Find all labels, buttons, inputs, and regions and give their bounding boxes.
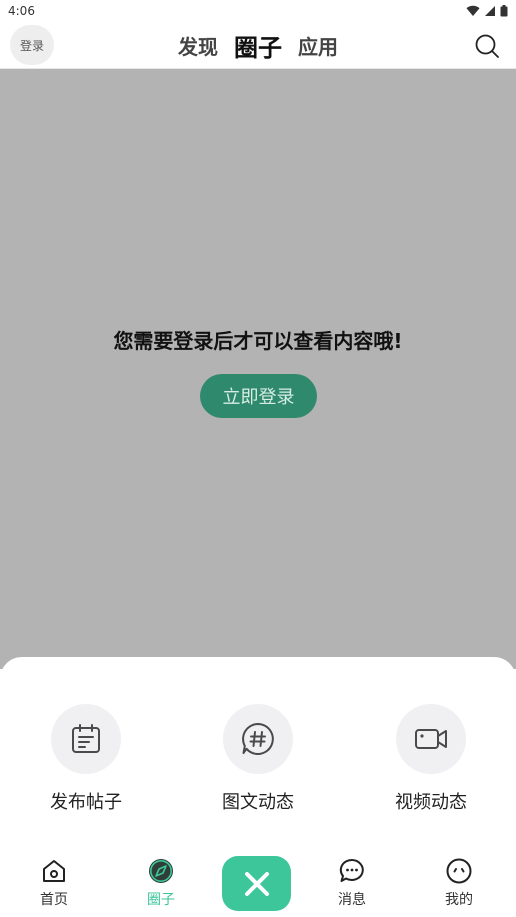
battery-icon [500, 5, 508, 17]
video-action[interactable]: 视频动态 [371, 704, 491, 814]
nav-label: 我的 [445, 892, 473, 908]
action-label: 发布帖子 [50, 792, 122, 813]
status-bar: 4:06 [0, 0, 516, 22]
nav-label: 消息 [338, 892, 366, 908]
action-icon-wrap [396, 704, 466, 774]
close-icon [244, 871, 269, 896]
nav-label: 首页 [40, 892, 68, 908]
action-icon-wrap [51, 704, 121, 774]
content-overlay: 您需要登录后才可以查看内容哦! 立即登录 [0, 69, 516, 669]
status-icons [466, 5, 508, 17]
nav-label: 圈子 [147, 892, 175, 908]
close-sheet-button[interactable] [222, 856, 291, 911]
login-now-button[interactable]: 立即登录 [200, 374, 317, 418]
chat-icon [339, 858, 364, 882]
publish-post-action[interactable]: 发布帖子 [26, 704, 146, 814]
nav-item-circle[interactable]: 圈子 [126, 857, 196, 909]
top-tabs: 发现 圈子 应用 [0, 22, 516, 69]
profile-icon [446, 858, 472, 884]
post-icon [72, 724, 100, 753]
action-label: 视频动态 [395, 792, 467, 813]
search-icon[interactable] [474, 33, 500, 59]
tab-discover[interactable]: 发现 [178, 31, 218, 60]
tab-circle[interactable]: 圈子 [234, 28, 282, 63]
nav-item-profile[interactable]: 我的 [424, 857, 494, 909]
action-label: 图文动态 [222, 792, 294, 813]
login-prompt-text: 您需要登录后才可以查看内容哦! [113, 329, 403, 353]
hashtag-icon [242, 723, 274, 755]
home-icon [43, 860, 65, 882]
video-icon [415, 729, 447, 749]
action-icon-wrap [223, 704, 293, 774]
nav-item-home[interactable]: 首页 [19, 857, 89, 909]
compass-icon [149, 859, 173, 883]
signal-icon [485, 6, 495, 16]
bottom-nav: 首页 圈子 消息 我的 [0, 845, 516, 917]
top-header: 登录 发现 圈子 应用 [0, 22, 516, 69]
nav-item-messages[interactable]: 消息 [317, 857, 387, 909]
status-time: 4:06 [8, 4, 35, 18]
image-text-action[interactable]: 图文动态 [198, 704, 318, 814]
wifi-icon [466, 5, 480, 17]
tab-apps[interactable]: 应用 [298, 31, 338, 60]
